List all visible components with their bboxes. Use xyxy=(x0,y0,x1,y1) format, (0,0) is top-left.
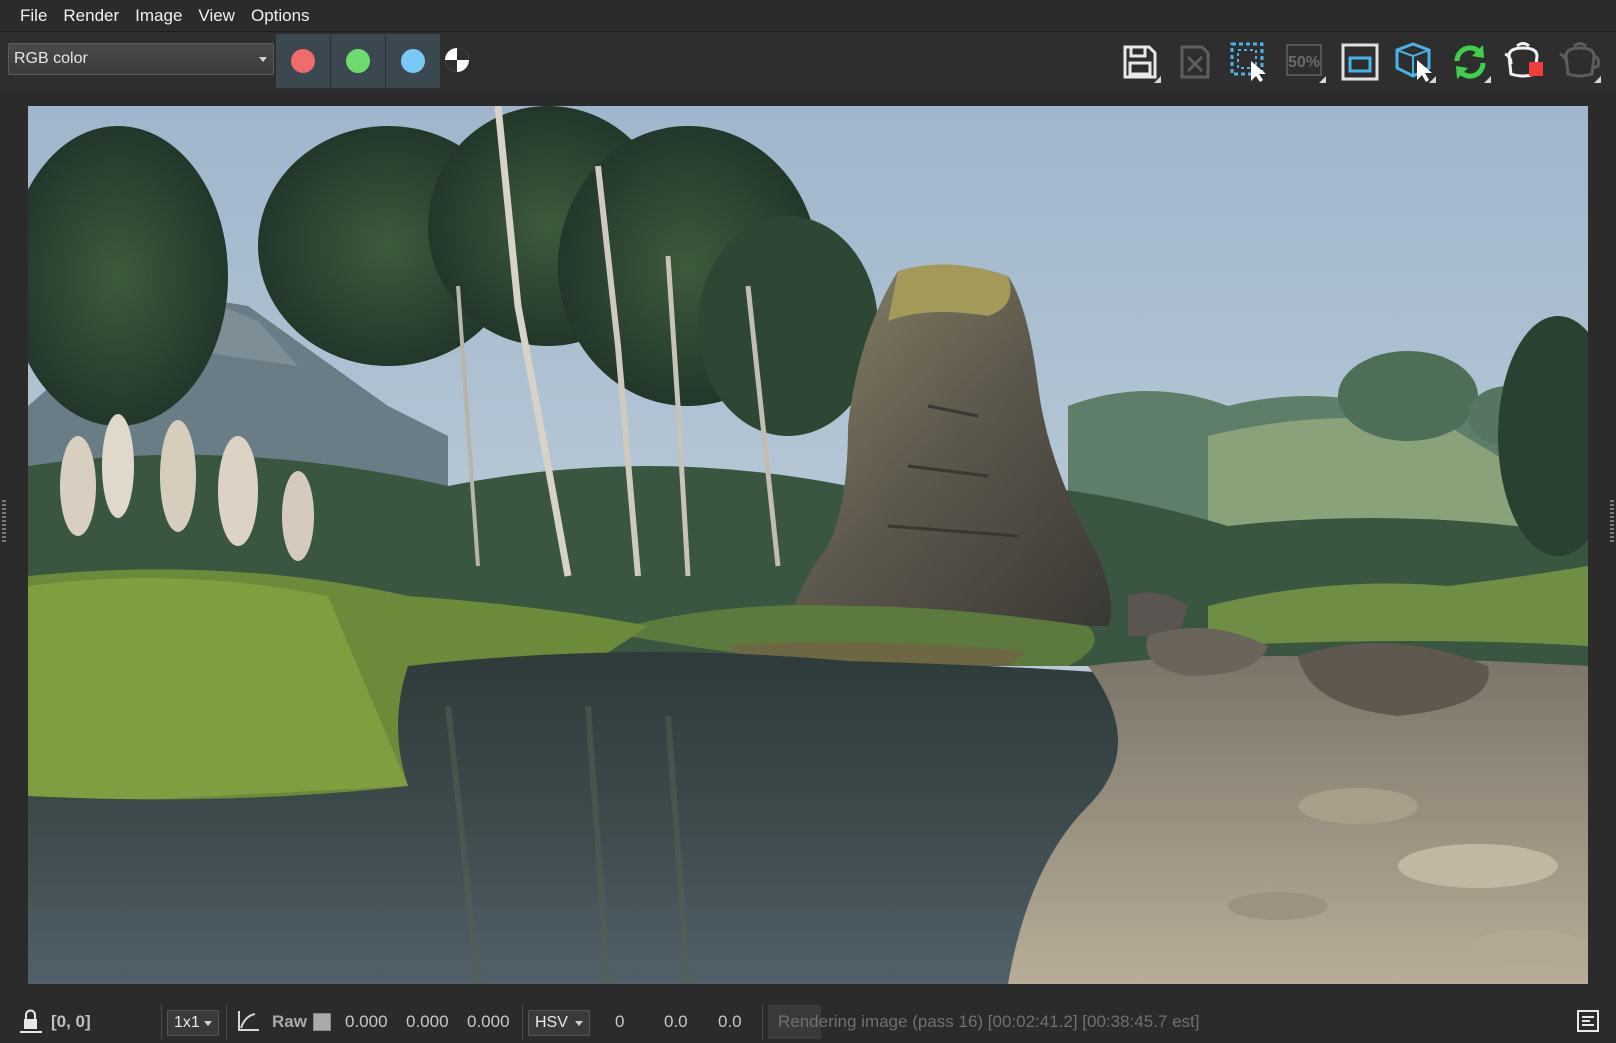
blue-dot-icon xyxy=(401,49,425,73)
left-panel-handle[interactable] xyxy=(2,500,6,544)
dropdown-corner-icon xyxy=(1154,76,1161,83)
render-teapot-button[interactable] xyxy=(1557,39,1603,85)
history-panel-button[interactable] xyxy=(1576,1000,1600,1043)
region-select-icon xyxy=(1230,42,1266,82)
sample-size-select[interactable]: 1x1 xyxy=(167,1010,219,1036)
color-space-select[interactable]: HSV xyxy=(528,1010,590,1036)
render-viewport[interactable] xyxy=(28,106,1588,984)
hsv-value-v: 0.0 xyxy=(718,1012,742,1031)
mono-channel-button[interactable] xyxy=(442,45,472,75)
menu-view[interactable]: View xyxy=(190,0,243,32)
panel-toggle-icon xyxy=(1577,1010,1599,1032)
hsv-value-h: 0 xyxy=(615,1012,625,1031)
stop-render-button[interactable] xyxy=(1502,39,1548,85)
track-mouse-button[interactable] xyxy=(1392,39,1438,85)
toolbar: RGB color 50% xyxy=(0,33,1616,91)
chevron-down-icon xyxy=(575,1021,583,1026)
lock-icon[interactable] xyxy=(18,1000,44,1043)
green-dot-icon xyxy=(346,49,370,73)
rendered-landscape-image xyxy=(28,106,1588,984)
hsv-value-s: 0.0 xyxy=(664,1012,688,1031)
color-swatch xyxy=(313,1013,331,1031)
save-button[interactable] xyxy=(1117,39,1163,85)
right-panel-handle[interactable] xyxy=(1610,500,1614,544)
region-render-button[interactable] xyxy=(1227,39,1273,85)
raw-label: Raw xyxy=(272,1012,307,1031)
dropdown-corner-icon xyxy=(1594,76,1601,83)
lock-cursor-icon xyxy=(20,1009,42,1033)
fit-frame-icon xyxy=(1341,43,1379,81)
red-channel-button[interactable] xyxy=(276,34,330,88)
dropdown-corner-icon xyxy=(1429,76,1436,83)
dropdown-corner-icon xyxy=(1484,76,1491,83)
clear-icon xyxy=(1180,45,1210,79)
channel-select[interactable]: RGB color xyxy=(8,43,274,75)
status-divider xyxy=(762,1004,763,1040)
menu-file[interactable]: File xyxy=(12,0,55,32)
zoom-50-button[interactable]: 50% xyxy=(1282,39,1328,85)
menu-render[interactable]: Render xyxy=(55,0,127,32)
menu-image[interactable]: Image xyxy=(127,0,190,32)
menu-bar: File Render Image View Options xyxy=(0,0,1616,32)
pixel-coords: [0, 0] xyxy=(51,1012,91,1031)
raw-value-g: 0.000 xyxy=(406,1012,449,1031)
curve-picker-icon xyxy=(238,1011,259,1031)
chevron-down-icon xyxy=(259,57,267,62)
fit-frame-button[interactable] xyxy=(1337,39,1383,85)
render-status: Rendering image (pass 16) [00:02:41.2] [… xyxy=(768,1005,1200,1039)
sample-size-value: 1x1 xyxy=(174,1014,200,1031)
green-channel-button[interactable] xyxy=(331,34,385,88)
menu-options[interactable]: Options xyxy=(243,0,318,32)
color-space-value: HSV xyxy=(535,1014,568,1031)
clear-button[interactable] xyxy=(1172,39,1218,85)
status-divider xyxy=(161,1004,162,1040)
channel-select-value: RGB color xyxy=(14,50,88,67)
zoom-50-label: 50% xyxy=(1288,54,1320,71)
status-divider xyxy=(522,1004,523,1040)
mono-icon xyxy=(445,48,469,72)
render-status-text: Rendering image (pass 16) [00:02:41.2] [… xyxy=(778,1012,1200,1031)
raw-value-r: 0.000 xyxy=(345,1012,388,1031)
blue-channel-button[interactable] xyxy=(386,34,440,88)
dropdown-corner-icon xyxy=(1319,76,1326,83)
status-divider xyxy=(226,1004,227,1040)
chevron-down-icon xyxy=(204,1021,212,1026)
refresh-button[interactable] xyxy=(1447,39,1493,85)
status-bar: [0, 0] 1x1 Raw 0.000 0.000 0.000 HSV 0 0… xyxy=(0,1000,1616,1043)
red-dot-icon xyxy=(291,49,315,73)
frame-buffer-window: File Render Image View Options RGB color xyxy=(0,0,1616,1043)
color-picker-icon[interactable] xyxy=(235,1000,261,1043)
stop-render-icon xyxy=(1504,42,1543,78)
raw-value-b: 0.000 xyxy=(467,1012,510,1031)
